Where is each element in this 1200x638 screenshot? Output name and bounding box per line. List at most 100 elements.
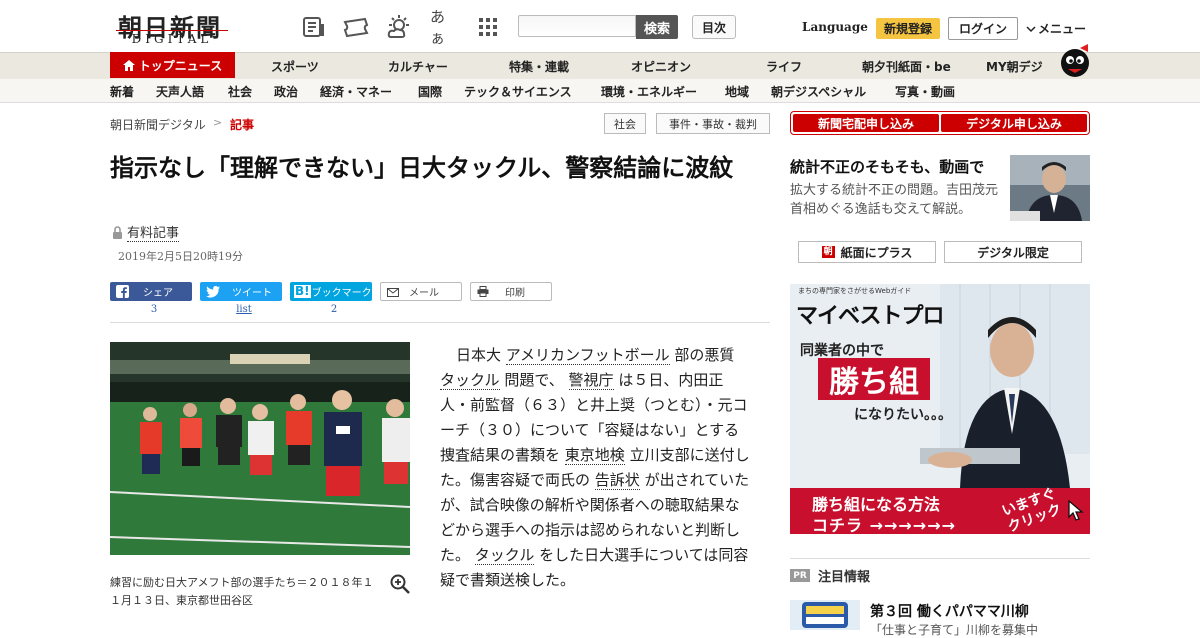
twitter-share-button[interactable]: ツイート — [200, 282, 282, 301]
attention-heading: 注目情報 — [818, 570, 871, 585]
nav2-international[interactable]: 国際 — [418, 83, 442, 100]
keyword-link[interactable]: タックル — [474, 546, 535, 565]
search-input[interactable] — [518, 15, 636, 37]
keyword-link[interactable]: タックル — [440, 371, 500, 390]
font-size-icon[interactable]: あぁ — [430, 8, 458, 47]
nav2-environment[interactable]: 環境・エネルギー — [601, 83, 697, 100]
nav-top-news[interactable]: トップニュース — [110, 52, 235, 78]
facebook-icon — [116, 285, 129, 298]
breadcrumb-current: 記事 — [230, 118, 255, 132]
digital-only-button[interactable]: デジタル限定 — [944, 241, 1082, 263]
photo-caption: 練習に励む日大アメフト部の選手たち＝２０１８年１１月１３日、東京都世田谷区 — [110, 576, 374, 607]
mail-icon — [387, 287, 399, 297]
nav-top-news-label: トップニュース — [138, 58, 223, 73]
ad-brand: マイベストプロ — [796, 304, 944, 329]
nav-sports[interactable]: スポーツ — [271, 58, 319, 75]
site-logo-sub[interactable]: DIGITAL — [116, 30, 228, 46]
nav-features[interactable]: 特集・連載 — [509, 58, 569, 75]
nav2-region[interactable]: 地域 — [725, 83, 749, 100]
language-link[interactable]: Language — [802, 20, 868, 34]
nav2-tech[interactable]: テック＆サイエンス — [464, 83, 572, 100]
printer-icon — [477, 286, 489, 297]
toc-button[interactable]: 目次 — [692, 15, 736, 39]
paid-label-text: 有料記事 — [127, 222, 180, 242]
keyword-link[interactable]: アメリカンフットボール — [505, 346, 670, 365]
body-text: 日本大 — [456, 346, 502, 364]
twitter-bird-icon — [206, 285, 220, 298]
article-headline: 指示なし「理解できない」日大タックル、警察結論に波紋 — [110, 154, 734, 182]
newspaper-icon[interactable] — [300, 14, 328, 40]
promo-thumbnail[interactable] — [1010, 155, 1090, 221]
body-text: 問題で、 — [504, 371, 564, 389]
nav2-latest[interactable]: 新着 — [110, 83, 134, 100]
tag-incidents[interactable]: 事件・事故・裁判 — [656, 113, 770, 134]
mail-button[interactable]: メール — [380, 282, 462, 301]
paid-article-label[interactable]: 有料記事 — [112, 222, 180, 242]
nav-my-asadigi[interactable]: MY朝デジ — [986, 58, 1043, 75]
twitter-share-label: ツイート — [232, 288, 272, 299]
facebook-share-label: シェア — [143, 288, 173, 299]
hatena-bookmark-button[interactable]: B! ブックマーク — [290, 282, 372, 301]
paper-plus-icon: 朝 — [821, 246, 835, 258]
register-button[interactable]: 新規登録 — [876, 18, 940, 39]
mascot-icon[interactable] — [1058, 44, 1092, 82]
nav2-tensei[interactable]: 天声人語 — [156, 83, 204, 100]
chevron-down-icon — [1026, 25, 1036, 32]
nav-culture[interactable]: カルチャー — [388, 58, 448, 75]
menu-label: メニュー — [1038, 22, 1087, 36]
divider — [790, 558, 1090, 559]
article-photo[interactable] — [110, 342, 410, 555]
facebook-share-count[interactable]: 3 — [113, 304, 195, 315]
zoom-icon[interactable] — [390, 574, 410, 598]
article-body: 日本大 アメリカンフットボール 部の悪質 タックル 問題で、 警視庁 は５日、内… — [440, 343, 752, 593]
divider — [110, 322, 770, 323]
body-text: 部の悪質 — [674, 346, 735, 364]
lock-icon — [113, 225, 122, 239]
keyword-link[interactable]: 警視庁 — [568, 371, 614, 390]
login-button[interactable]: ログイン — [948, 17, 1018, 40]
pr-title[interactable]: 第３回 働くパパママ川柳 — [870, 601, 1029, 621]
home-icon — [122, 59, 135, 71]
hatena-b-icon: B! — [294, 284, 311, 298]
cursor-icon — [1068, 499, 1084, 526]
print-label: 印刷 — [505, 288, 525, 299]
plus-paper-label: 紙面にプラス — [840, 245, 913, 260]
promo-description[interactable]: 拡大する統計不正の問題。吉田茂元首相めぐる逸話も交えて解説。 — [790, 181, 1002, 219]
tag-society[interactable]: 社会 — [604, 113, 646, 134]
nav-paper[interactable]: 朝夕刊紙面・be — [862, 58, 951, 75]
breadcrumb-separator: > — [213, 116, 223, 129]
print-button[interactable]: 印刷 — [470, 282, 552, 301]
nav2-politics[interactable]: 政治 — [274, 83, 298, 100]
facebook-share-button[interactable]: シェア — [110, 282, 192, 301]
keyword-link[interactable]: 東京地検 — [564, 446, 625, 465]
nav2-economy[interactable]: 経済・マネー — [320, 83, 392, 100]
keyword-link[interactable]: 告訴状 — [594, 471, 640, 490]
nav2-society[interactable]: 社会 — [228, 83, 252, 100]
weather-icon[interactable] — [385, 14, 413, 40]
promo-title[interactable]: 統計不正のそもそも、動画で — [790, 156, 984, 177]
article-date: 2019年2月5日20時19分 — [118, 250, 243, 263]
ad-cta-text-2: コチラ →→→→→→ — [812, 516, 957, 535]
hatena-bookmark-count[interactable]: 2 — [293, 304, 375, 315]
plus-paper-button[interactable]: 朝 紙面にプラス — [798, 241, 936, 263]
hatena-bookmark-label: ブックマーク — [311, 288, 372, 299]
ad-highlight: 勝ち組 — [818, 358, 930, 400]
mail-label: メール — [409, 288, 439, 299]
nav2-photo-video[interactable]: 写真・動画 — [895, 83, 955, 100]
ad-tagline: まちの専門家をさがせるWebガイド — [798, 287, 912, 295]
subscribe-box: 新聞宅配申し込み デジタル申し込み — [790, 111, 1090, 135]
breadcrumb-home[interactable]: 朝日新聞デジタル — [110, 116, 206, 133]
ticket-icon[interactable] — [342, 14, 370, 40]
search-button[interactable]: 検索 — [636, 15, 678, 39]
subscribe-home-delivery-button[interactable]: 新聞宅配申し込み — [793, 114, 939, 132]
menu-button[interactable]: メニュー — [1026, 20, 1086, 37]
ad-headline-2: になりたい。。。 — [854, 407, 952, 423]
grid-apps-icon[interactable] — [474, 14, 502, 40]
subscribe-digital-button[interactable]: デジタル申し込み — [941, 114, 1087, 132]
pr-thumbnail[interactable] — [790, 600, 860, 630]
twitter-share-list-link[interactable]: list — [203, 304, 285, 315]
nav2-special[interactable]: 朝デジスペシャル — [771, 83, 866, 100]
pr-badge: PR — [790, 569, 810, 582]
nav-opinion[interactable]: オピニオン — [631, 58, 691, 75]
nav-life[interactable]: ライフ — [766, 58, 802, 75]
